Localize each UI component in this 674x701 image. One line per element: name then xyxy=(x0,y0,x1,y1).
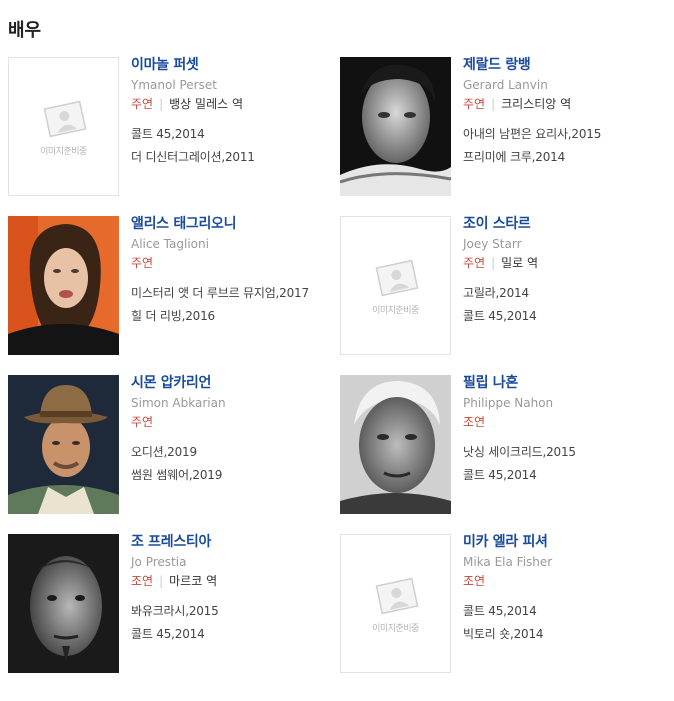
actor-english-name: Mika Ela Fisher xyxy=(463,555,553,569)
actor-card: 앨리스 태그리오니 Alice Taglioni 주연 미스터리 앳 더 루브르… xyxy=(8,216,338,356)
character-name: 크리스티앙 역 xyxy=(501,97,572,111)
filmography-item[interactable]: 콜트 45,2014 xyxy=(463,468,673,483)
actor-name-link[interactable]: 앨리스 태그리오니 xyxy=(131,216,341,232)
character-name: 마르코 역 xyxy=(169,574,218,588)
filmography-item[interactable]: 힐 더 리빙,2016 xyxy=(131,309,341,324)
filmography-item[interactable]: 낫싱 세이크리드,2015 xyxy=(463,445,673,460)
character-name: 밀로 역 xyxy=(501,256,539,270)
role-type: 조연 xyxy=(463,574,486,588)
role-separator: | xyxy=(159,97,164,111)
actor-english-name: Joey Starr xyxy=(463,237,522,251)
actor-card: 시몬 압카리언 Simon Abkarian 주연 오디션,2019 썸원 썸웨… xyxy=(8,375,338,515)
actor-photo-image xyxy=(8,216,119,355)
actor-photo-placeholder[interactable]: 이미지준비중 xyxy=(340,534,451,673)
actor-photo-image xyxy=(8,534,119,673)
actor-photo-placeholder[interactable]: 이미지준비중 xyxy=(340,216,451,355)
filmography-item[interactable]: 고릴라,2014 xyxy=(463,286,673,301)
role-separator: | xyxy=(491,256,496,270)
actor-card: 필립 나혼 Philippe Nahon 조연 낫싱 세이크리드,2015 콜트… xyxy=(340,375,670,515)
actor-english-name: Alice Taglioni xyxy=(131,237,209,251)
filmography-item[interactable]: 아내의 남편은 요리사,2015 xyxy=(463,127,673,142)
placeholder-label: 이미지준비중 xyxy=(372,624,419,634)
filmography-item[interactable]: 프리미에 크루,2014 xyxy=(463,150,673,165)
actor-name-link[interactable]: 이마놀 퍼셋 xyxy=(131,57,341,73)
actor-photo[interactable] xyxy=(340,375,451,514)
actor-card: 제랄드 랑뱅 Gerard Lanvin 주연 | 크리스티앙 역 아내의 남편은 … xyxy=(340,57,670,197)
actor-photo-image xyxy=(340,57,451,196)
filmography-item[interactable]: 더 디신터그레이션,2011 xyxy=(131,150,341,165)
actor-photo[interactable] xyxy=(8,216,119,355)
filmography-item[interactable]: 콜트 45,2014 xyxy=(463,604,673,619)
actor-english-name: Simon Abkarian xyxy=(131,396,226,410)
role-type: 주연 xyxy=(463,256,486,270)
role-type: 주연 xyxy=(131,97,154,111)
image-placeholder-icon xyxy=(43,100,87,138)
placeholder-label: 이미지준비중 xyxy=(372,306,419,316)
actor-photo-placeholder[interactable]: 이미지준비중 xyxy=(8,57,119,196)
role-type: 주연 xyxy=(131,256,154,270)
section-title: 배우 xyxy=(8,20,42,41)
actor-photo-image xyxy=(8,375,119,514)
role-separator: | xyxy=(159,574,164,588)
filmography-item[interactable]: 콜트 45,2014 xyxy=(131,627,341,642)
filmography-item[interactable]: 썸원 썸웨어,2019 xyxy=(131,468,341,483)
actor-card: 조 프레스티아 Jo Prestia 조연 | 마르코 역 봐유크라시,2015 콜… xyxy=(8,534,338,674)
filmography-item[interactable]: 미스터리 앳 더 루브르 뮤지엄,2017 xyxy=(131,286,341,301)
role-type: 조연 xyxy=(463,415,486,429)
role-type: 조연 xyxy=(131,574,154,588)
filmography-item[interactable]: 봐유크라시,2015 xyxy=(131,604,341,619)
actor-photo[interactable] xyxy=(8,534,119,673)
placeholder-label: 이미지준비중 xyxy=(40,147,87,157)
filmography-item[interactable]: 빅토리 숏,2014 xyxy=(463,627,673,642)
actor-english-name: Ymanol Perset xyxy=(131,78,217,92)
actor-name-link[interactable]: 제랄드 랑뱅 xyxy=(463,57,673,73)
actor-card: 이미지준비중 미카 엘라 피셔 Mika Ela Fisher 조연 콜트 45… xyxy=(340,534,670,674)
filmography-item[interactable]: 콜트 45,2014 xyxy=(131,127,341,142)
actor-name-link[interactable]: 미카 엘라 피셔 xyxy=(463,534,673,550)
role-separator: | xyxy=(491,97,496,111)
filmography-item[interactable]: 콜트 45,2014 xyxy=(463,309,673,324)
actor-card: 이미지준비중 이마놀 퍼셋 Ymanol Perset 주연 | 뱅상 밀레스 역 … xyxy=(8,57,338,197)
actor-name-link[interactable]: 필립 나혼 xyxy=(463,375,673,391)
actor-english-name: Jo Prestia xyxy=(131,555,187,569)
actor-english-name: Gerard Lanvin xyxy=(463,78,548,92)
actor-photo-image xyxy=(340,375,451,514)
actor-photo[interactable] xyxy=(340,57,451,196)
actor-photo[interactable] xyxy=(8,375,119,514)
image-placeholder-icon xyxy=(375,259,419,297)
actor-name-link[interactable]: 시몬 압카리언 xyxy=(131,375,341,391)
role-type: 주연 xyxy=(131,415,154,429)
character-name: 뱅상 밀레스 역 xyxy=(169,97,244,111)
image-placeholder-icon xyxy=(375,577,419,615)
filmography-item[interactable]: 오디션,2019 xyxy=(131,445,341,460)
actor-card: 이미지준비중 조이 스타르 Joey Starr 주연 | 밀로 역 고릴라,201… xyxy=(340,216,670,356)
role-type: 주연 xyxy=(463,97,486,111)
actor-name-link[interactable]: 조이 스타르 xyxy=(463,216,673,232)
actor-name-link[interactable]: 조 프레스티아 xyxy=(131,534,341,550)
actor-english-name: Philippe Nahon xyxy=(463,396,554,410)
